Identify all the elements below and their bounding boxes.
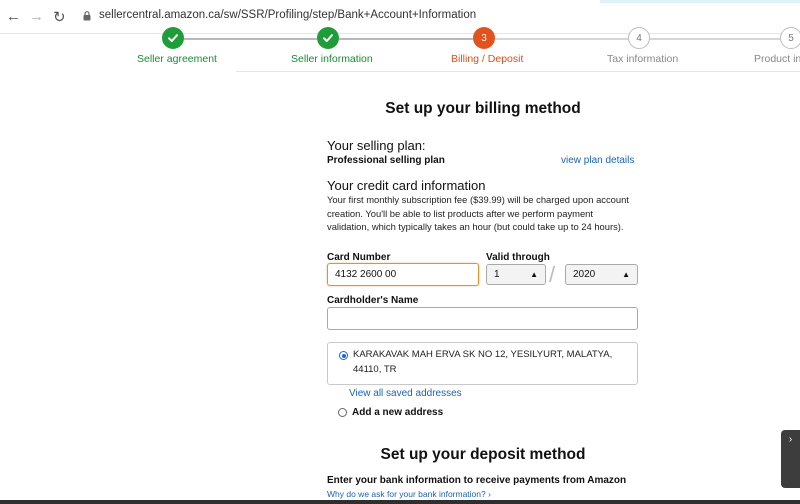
bank-info-intro: Enter your bank information to receive p… bbox=[327, 475, 627, 486]
forward-arrow-icon[interactable]: → bbox=[29, 8, 44, 25]
reload-icon[interactable]: ↻ bbox=[53, 8, 66, 26]
address-radio-selected[interactable] bbox=[339, 351, 348, 360]
select-arrows-icon: ▲︎ bbox=[530, 270, 538, 279]
stepper-connector bbox=[650, 38, 780, 40]
step-number: 3 bbox=[473, 27, 495, 49]
lock-icon[interactable] bbox=[83, 11, 91, 21]
step-number: 4 bbox=[628, 27, 650, 49]
expiry-year-select[interactable]: 2020 ▲︎ bbox=[565, 264, 638, 285]
address-line-2: 44110, TR bbox=[353, 364, 397, 375]
expiry-separator: / bbox=[549, 262, 556, 287]
view-plan-details-link[interactable]: view plan details bbox=[561, 155, 634, 166]
chevron-right-icon: › bbox=[788, 434, 793, 445]
address-line-1: KARAKAVAK MAH ERVA SK NO 12, YESILYURT, … bbox=[353, 349, 613, 360]
valid-through-label: Valid through bbox=[486, 252, 550, 263]
card-number-input[interactable] bbox=[327, 263, 479, 286]
add-address-label[interactable]: Add a new address bbox=[352, 407, 443, 418]
credit-card-heading: Your credit card information bbox=[327, 178, 486, 193]
view-saved-addresses-link[interactable]: View all saved addresses bbox=[349, 388, 462, 399]
stepper-divider bbox=[236, 71, 800, 72]
step-label: Tax information bbox=[607, 53, 679, 65]
step-label: Seller information bbox=[291, 53, 373, 65]
check-icon bbox=[162, 27, 184, 49]
selling-plan-name: Professional selling plan bbox=[327, 155, 445, 166]
back-arrow-icon[interactable]: ← bbox=[6, 8, 21, 25]
step-label: Product inf bbox=[754, 53, 800, 65]
cardholder-name-label: Cardholder's Name bbox=[327, 295, 419, 306]
window-bottom-edge bbox=[0, 500, 800, 504]
step-label: Seller agreement bbox=[137, 53, 217, 65]
stepper-connector bbox=[495, 38, 628, 40]
side-panel-tab[interactable]: › bbox=[781, 430, 800, 488]
expiry-month-select[interactable]: 1 ▲︎ bbox=[486, 264, 546, 285]
progress-stepper: Seller agreement Seller information 3 Bi… bbox=[0, 26, 800, 70]
stepper-connector bbox=[339, 38, 473, 40]
deposit-title: Set up your deposit method bbox=[380, 446, 586, 463]
selling-plan-heading: Your selling plan: bbox=[327, 138, 426, 153]
tab-strip-accent bbox=[600, 0, 800, 3]
add-address-radio[interactable] bbox=[338, 408, 347, 417]
subscription-note: Your first monthly subscription fee ($39… bbox=[327, 194, 629, 232]
step-label: Billing / Deposit bbox=[451, 53, 524, 65]
check-icon bbox=[317, 27, 339, 49]
expiry-month-value: 1 bbox=[494, 269, 500, 280]
saved-address-option[interactable]: KARAKAVAK MAH ERVA SK NO 12, YESILYURT, … bbox=[327, 342, 638, 385]
step-number: 5 bbox=[780, 27, 800, 49]
billing-title: Set up your billing method bbox=[385, 100, 581, 117]
card-number-label: Card Number bbox=[327, 252, 391, 263]
address-bar-url[interactable]: sellercentral.amazon.ca/sw/SSR/Profiling… bbox=[99, 9, 476, 21]
expiry-year-value: 2020 bbox=[573, 269, 596, 280]
stepper-connector bbox=[184, 38, 317, 40]
cardholder-name-input[interactable] bbox=[327, 307, 638, 330]
select-arrows-icon: ▲︎ bbox=[622, 270, 630, 279]
why-bank-info-link[interactable]: Why do we ask for your bank information?… bbox=[327, 489, 491, 499]
